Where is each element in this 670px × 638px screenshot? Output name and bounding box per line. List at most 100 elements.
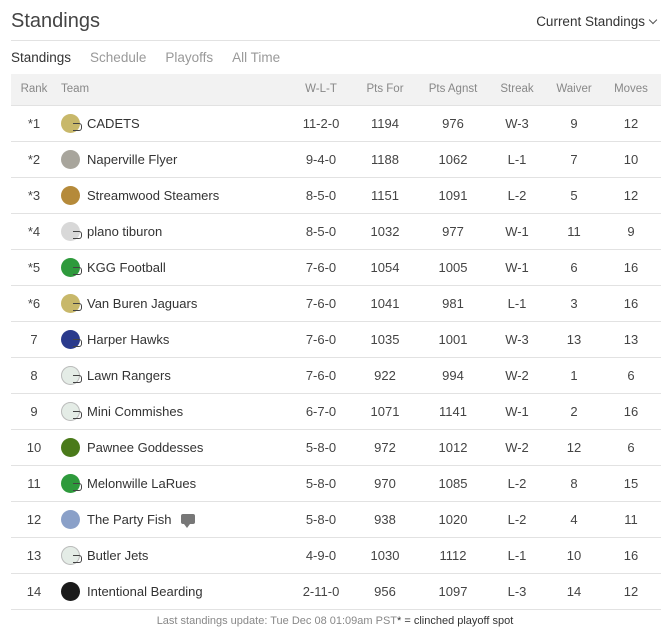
- team-name-link[interactable]: CADETS: [87, 116, 140, 131]
- rank-cell: 13: [11, 537, 57, 574]
- wlt-cell: 5-8-0: [291, 465, 351, 502]
- streak-cell: L-2: [487, 465, 547, 502]
- rank-cell: *2: [11, 141, 57, 178]
- wlt-cell: 7-6-0: [291, 321, 351, 358]
- team-logo-icon[interactable]: [61, 113, 82, 133]
- moves-cell: 16: [601, 393, 661, 430]
- team-name-link[interactable]: The Party Fish: [87, 512, 172, 527]
- clinched-legend: * = clinched playoff spot: [397, 615, 514, 627]
- standings-view-dropdown[interactable]: Current Standings: [536, 14, 658, 29]
- pts-against-cell: 977: [419, 213, 487, 250]
- team-logo-icon[interactable]: [61, 437, 80, 457]
- streak-cell: W-2: [487, 429, 547, 466]
- pts-against-cell: 1020: [419, 501, 487, 538]
- pts-for-cell: 1194: [351, 105, 419, 142]
- standings-footer: Last standings update: Tue Dec 08 01:09a…: [0, 615, 670, 627]
- tab-schedule[interactable]: Schedule: [90, 50, 146, 65]
- team-logo-icon[interactable]: [61, 149, 80, 169]
- moves-cell: 6: [601, 429, 661, 466]
- column-header-streak[interactable]: Streak: [487, 74, 547, 106]
- waiver-cell: 2: [547, 393, 601, 430]
- chevron-down-icon: [648, 15, 658, 25]
- team-logo-icon[interactable]: [61, 365, 82, 385]
- column-header-pts-against[interactable]: Pts Agnst: [419, 74, 487, 106]
- pts-against-cell: 981: [419, 285, 487, 322]
- team-logo-icon[interactable]: [61, 185, 80, 205]
- column-header-rank[interactable]: Rank: [11, 74, 57, 106]
- column-header-team[interactable]: Team: [57, 74, 291, 106]
- moves-cell: 16: [601, 537, 661, 574]
- moves-cell: 12: [601, 573, 661, 610]
- team-name-link[interactable]: Van Buren Jaguars: [87, 296, 197, 311]
- wlt-cell: 8-5-0: [291, 177, 351, 214]
- team-name-link[interactable]: Lawn Rangers: [87, 368, 171, 383]
- team-logo-icon[interactable]: [61, 545, 82, 565]
- wlt-cell: 5-8-0: [291, 429, 351, 466]
- pts-for-cell: 1030: [351, 537, 419, 574]
- team-name-link[interactable]: Intentional Bearding: [87, 584, 203, 599]
- team-name-link[interactable]: plano tiburon: [87, 224, 162, 239]
- team-name-link[interactable]: Butler Jets: [87, 548, 148, 563]
- column-header-pts-for[interactable]: Pts For: [351, 74, 419, 106]
- rank-cell: 10: [11, 429, 57, 466]
- pts-against-cell: 1091: [419, 177, 487, 214]
- table-row: *5 KGG Football 7-6-0 1054 1005 W-1 6 16: [11, 249, 661, 286]
- comment-icon[interactable]: [180, 514, 195, 528]
- team-logo-icon[interactable]: [61, 473, 82, 493]
- streak-cell: L-3: [487, 573, 547, 610]
- streak-cell: L-2: [487, 501, 547, 538]
- team-name-link[interactable]: Mini Commishes: [87, 404, 183, 419]
- team-logo-icon[interactable]: [61, 401, 82, 421]
- tab-all-time[interactable]: All Time: [232, 50, 280, 65]
- streak-cell: L-2: [487, 177, 547, 214]
- streak-cell: W-2: [487, 357, 547, 394]
- team-cell: Naperville Flyer: [57, 141, 291, 178]
- rank-cell: 11: [11, 465, 57, 502]
- waiver-cell: 4: [547, 501, 601, 538]
- team-cell: Intentional Bearding: [57, 573, 291, 610]
- rank-cell: *3: [11, 177, 57, 214]
- column-header-waiver[interactable]: Waiver: [547, 74, 601, 106]
- waiver-cell: 3: [547, 285, 601, 322]
- rank-cell: 8: [11, 357, 57, 394]
- moves-cell: 9: [601, 213, 661, 250]
- pts-for-cell: 1035: [351, 321, 419, 358]
- team-name-link[interactable]: Harper Hawks: [87, 332, 169, 347]
- tab-standings[interactable]: Standings: [11, 50, 71, 65]
- pts-against-cell: 1001: [419, 321, 487, 358]
- team-cell: Mini Commishes: [57, 393, 291, 430]
- team-logo-icon[interactable]: [61, 257, 82, 277]
- pts-against-cell: 1112: [419, 537, 487, 574]
- team-logo-icon[interactable]: [61, 221, 82, 241]
- team-name-link[interactable]: Streamwood Steamers: [87, 188, 219, 203]
- team-cell: Van Buren Jaguars: [57, 285, 291, 322]
- team-logo-icon[interactable]: [61, 509, 80, 529]
- pts-for-cell: 956: [351, 573, 419, 610]
- pts-for-cell: 970: [351, 465, 419, 502]
- waiver-cell: 13: [547, 321, 601, 358]
- pts-against-cell: 1085: [419, 465, 487, 502]
- team-name-link[interactable]: KGG Football: [87, 260, 166, 275]
- wlt-cell: 7-6-0: [291, 249, 351, 286]
- moves-cell: 12: [601, 177, 661, 214]
- team-name-link[interactable]: Melonwille LaRues: [87, 476, 196, 491]
- rank-cell: 12: [11, 501, 57, 538]
- tab-playoffs[interactable]: Playoffs: [165, 50, 213, 65]
- team-logo-icon[interactable]: [61, 293, 82, 313]
- team-name-link[interactable]: Naperville Flyer: [87, 152, 177, 167]
- team-logo-icon[interactable]: [61, 581, 80, 601]
- table-row: 12 The Party Fish 5-8-0 938 1020 L-2 4 11: [11, 501, 661, 538]
- team-cell: Pawnee Goddesses: [57, 429, 291, 466]
- table-row: 7 Harper Hawks 7-6-0 1035 1001 W-3 13 13: [11, 321, 661, 358]
- team-logo-icon[interactable]: [61, 329, 82, 349]
- table-row: 14 Intentional Bearding 2-11-0 956 1097 L-3 14…: [11, 573, 661, 610]
- team-name-link[interactable]: Pawnee Goddesses: [87, 440, 203, 455]
- column-header-wlt[interactable]: W-L-T: [291, 74, 351, 106]
- waiver-cell: 5: [547, 177, 601, 214]
- wlt-cell: 11-2-0: [291, 105, 351, 142]
- last-update-text: Last standings update: Tue Dec 08 01:09a…: [156, 615, 398, 627]
- column-header-moves[interactable]: Moves: [601, 74, 661, 106]
- pts-for-cell: 972: [351, 429, 419, 466]
- table-row: 8 Lawn Rangers 7-6-0 922 994 W-2 1 6: [11, 357, 661, 394]
- table-row: 9 Mini Commishes 6-7-0 1071 1141 W-1 2 16: [11, 393, 661, 430]
